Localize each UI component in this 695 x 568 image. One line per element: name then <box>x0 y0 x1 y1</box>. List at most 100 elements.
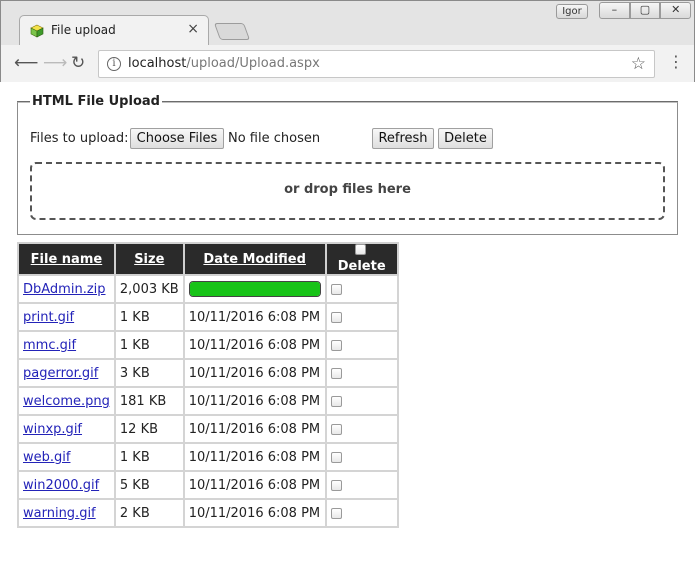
delete-cell <box>324 274 399 304</box>
browser-chrome: File upload × Igor – ▢ ✕ ⟵ ⟶ ↻ i localho… <box>0 0 695 83</box>
reload-icon[interactable]: ↻ <box>71 53 85 73</box>
refresh-button[interactable]: Refresh <box>372 128 434 149</box>
no-file-chosen-text: No file chosen <box>228 131 321 146</box>
file-link[interactable]: warning.gif <box>23 506 96 521</box>
delete-checkbox[interactable] <box>330 423 342 435</box>
delete-cell <box>324 414 399 444</box>
delete-checkbox[interactable] <box>330 479 342 491</box>
file-size-cell: 181 KB <box>113 386 185 416</box>
header-date-modified[interactable]: Date Modified <box>182 242 327 276</box>
table-row: web.gif 1 KB 10/11/2016 6:08 PM <box>17 442 399 472</box>
table-row: mmc.gif 1 KB 10/11/2016 6:08 PM <box>17 330 399 360</box>
tab-title: File upload <box>51 23 116 37</box>
header-size[interactable]: Size <box>113 242 185 276</box>
file-link[interactable]: pagerror.gif <box>23 366 98 381</box>
file-link[interactable]: print.gif <box>23 310 74 325</box>
address-bar[interactable]: i localhost/upload/Upload.aspx ☆ <box>98 50 655 78</box>
delete-cell <box>324 498 399 528</box>
file-name-cell: winxp.gif <box>17 414 116 444</box>
profile-button[interactable]: Igor <box>556 4 588 19</box>
delete-checkbox[interactable] <box>330 367 342 379</box>
upload-progress-fill <box>189 282 320 296</box>
table-row: welcome.png 181 KB 10/11/2016 6:08 PM <box>17 386 399 416</box>
delete-checkbox[interactable] <box>330 395 342 407</box>
delete-checkbox[interactable] <box>330 283 342 295</box>
file-link[interactable]: welcome.png <box>23 394 110 409</box>
table-header-row: File name Size Date Modified Delete <box>17 242 399 276</box>
delete-cell <box>324 302 399 332</box>
file-link[interactable]: mmc.gif <box>23 338 76 353</box>
upload-progress-bar <box>188 281 321 297</box>
file-size-cell: 3 KB <box>113 358 185 388</box>
file-size-cell: 1 KB <box>113 302 185 332</box>
delete-checkbox[interactable] <box>330 339 342 351</box>
browser-toolbar: ⟵ ⟶ ↻ i localhost/upload/Upload.aspx ☆ ⋮ <box>1 45 694 83</box>
header-delete: Delete <box>324 242 399 276</box>
file-name-cell: pagerror.gif <box>17 358 116 388</box>
maximize-icon[interactable]: ▢ <box>629 2 661 19</box>
delete-checkbox[interactable] <box>330 507 342 519</box>
date-modified-cell: 10/11/2016 6:08 PM <box>182 330 327 360</box>
file-size-cell: 1 KB <box>113 330 185 360</box>
bookmark-star-icon[interactable]: ☆ <box>631 54 646 74</box>
file-size-cell: 2,003 KB <box>113 274 185 304</box>
file-name-cell: DbAdmin.zip <box>17 274 116 304</box>
select-all-checkbox[interactable] <box>354 244 366 255</box>
page-content: HTML File Upload Files to upload: Choose… <box>1 82 694 568</box>
table-row: win2000.gif 5 KB 10/11/2016 6:08 PM <box>17 470 399 500</box>
delete-button[interactable]: Delete <box>438 128 493 149</box>
files-to-upload-label: Files to upload: <box>30 131 129 146</box>
file-link[interactable]: winxp.gif <box>23 422 82 437</box>
info-icon[interactable]: i <box>107 57 121 71</box>
upload-controls-row: Files to upload: Choose Files No file ch… <box>30 128 670 150</box>
file-link[interactable]: web.gif <box>23 450 70 465</box>
back-arrow-icon[interactable]: ⟵ <box>14 53 38 73</box>
close-window-icon[interactable]: ✕ <box>660 2 692 19</box>
file-name-cell: win2000.gif <box>17 470 116 500</box>
browser-tab[interactable]: File upload × <box>19 15 209 46</box>
delete-cell <box>324 386 399 416</box>
choose-files-button[interactable]: Choose Files <box>130 128 224 149</box>
window-controls: – ▢ ✕ <box>599 2 692 19</box>
file-size-cell: 1 KB <box>113 442 185 472</box>
upload-progress-cell <box>182 274 327 304</box>
file-link[interactable]: DbAdmin.zip <box>23 282 106 297</box>
forward-arrow-icon[interactable]: ⟶ <box>43 53 67 73</box>
header-file-name[interactable]: File name <box>17 242 116 276</box>
date-modified-cell: 10/11/2016 6:08 PM <box>182 498 327 528</box>
file-name-cell: welcome.png <box>17 386 116 416</box>
file-size-cell: 2 KB <box>113 498 185 528</box>
file-size-cell: 5 KB <box>113 470 185 500</box>
date-modified-cell: 10/11/2016 6:08 PM <box>182 470 327 500</box>
file-name-cell: web.gif <box>17 442 116 472</box>
upload-legend: HTML File Upload <box>32 94 160 109</box>
file-size-cell: 12 KB <box>113 414 185 444</box>
file-name-cell: print.gif <box>17 302 116 332</box>
cube-icon <box>30 24 44 38</box>
table-row: DbAdmin.zip 2,003 KB <box>17 274 399 304</box>
date-modified-cell: 10/11/2016 6:08 PM <box>182 386 327 416</box>
date-modified-cell: 10/11/2016 6:08 PM <box>182 442 327 472</box>
file-link[interactable]: win2000.gif <box>23 478 99 493</box>
delete-cell <box>324 330 399 360</box>
menu-dots-icon[interactable]: ⋮ <box>668 52 684 71</box>
delete-cell <box>324 358 399 388</box>
url-text[interactable]: localhost/upload/Upload.aspx <box>128 56 320 71</box>
drop-zone[interactable]: or drop files here <box>30 162 665 220</box>
delete-cell <box>324 442 399 472</box>
file-name-cell: mmc.gif <box>17 330 116 360</box>
files-table: File name Size Date Modified Delete DbAd… <box>17 242 399 528</box>
minimize-icon[interactable]: – <box>599 2 630 19</box>
delete-cell <box>324 470 399 500</box>
tab-close-icon[interactable]: × <box>187 21 199 37</box>
delete-checkbox[interactable] <box>330 451 342 463</box>
date-modified-cell: 10/11/2016 6:08 PM <box>182 414 327 444</box>
delete-checkbox[interactable] <box>330 311 342 323</box>
date-modified-cell: 10/11/2016 6:08 PM <box>182 302 327 332</box>
table-row: winxp.gif 12 KB 10/11/2016 6:08 PM <box>17 414 399 444</box>
title-bar: File upload × Igor – ▢ ✕ <box>1 1 694 46</box>
table-row: pagerror.gif 3 KB 10/11/2016 6:08 PM <box>17 358 399 388</box>
new-tab-button[interactable] <box>213 23 251 40</box>
file-name-cell: warning.gif <box>17 498 116 528</box>
table-body: DbAdmin.zip 2,003 KB print.gif 1 KB 10/11/20… <box>17 274 399 528</box>
